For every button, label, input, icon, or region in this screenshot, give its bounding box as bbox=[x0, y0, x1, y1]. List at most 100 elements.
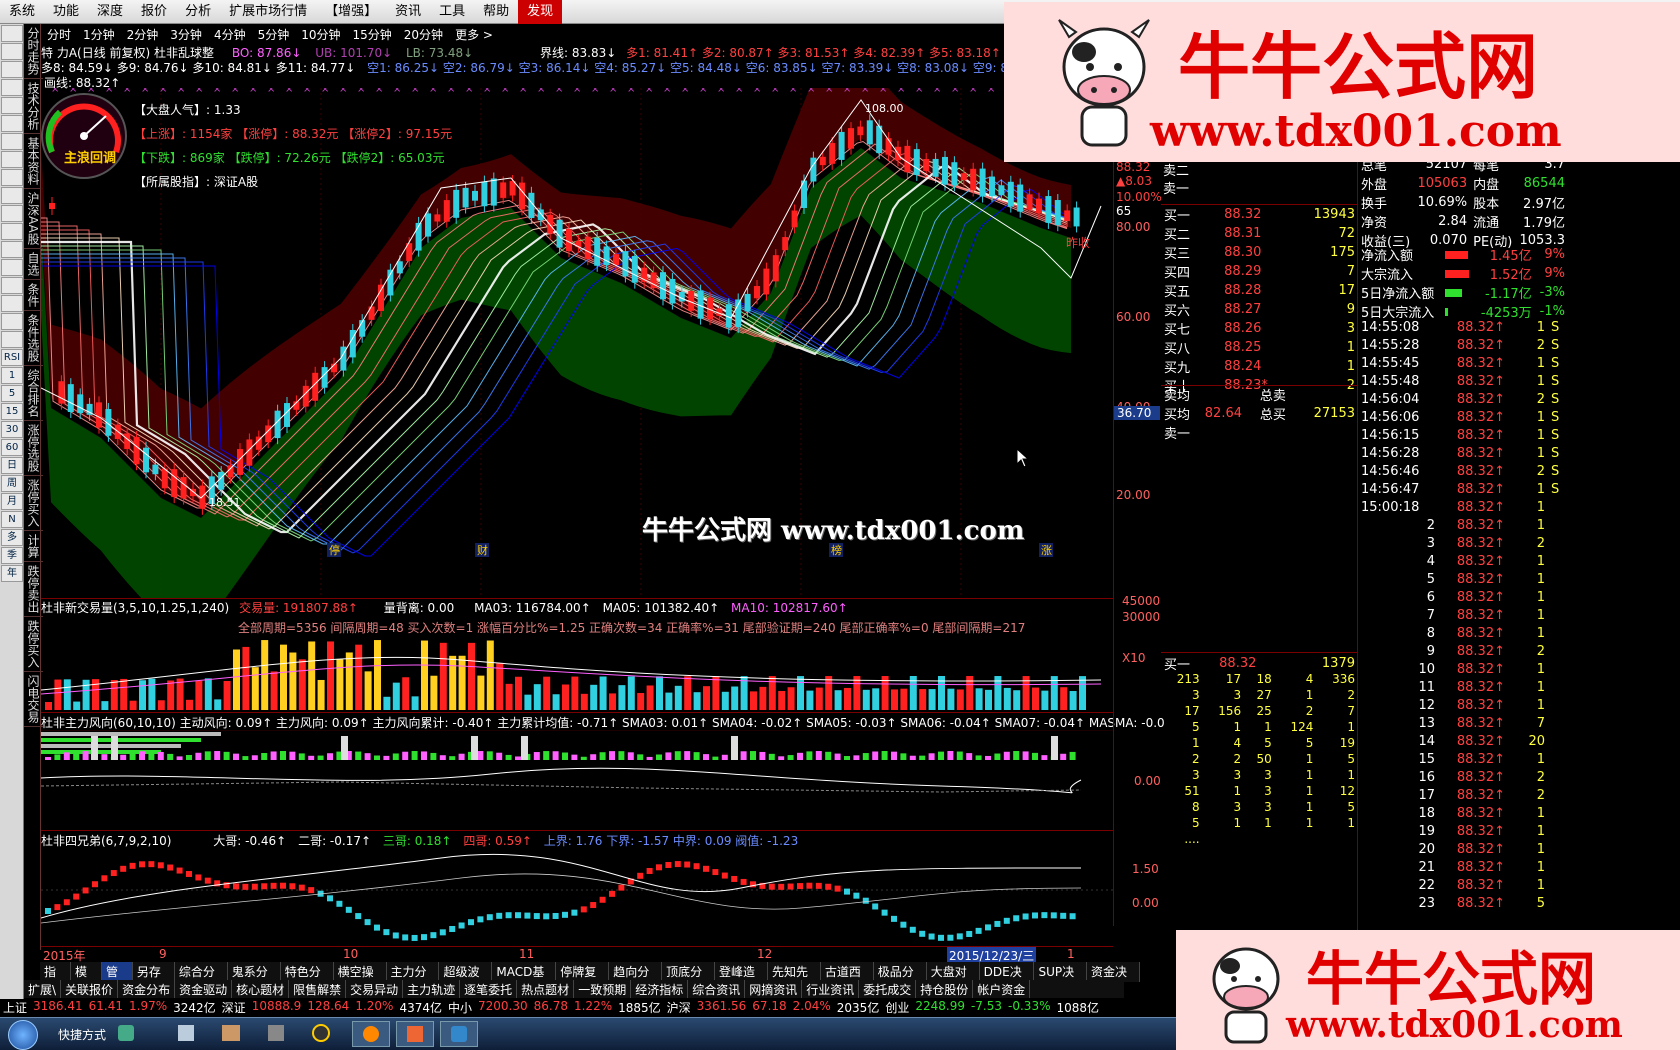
tool-period-4[interactable]: 30 bbox=[1, 421, 23, 438]
taskbar-item-1[interactable] bbox=[352, 1021, 390, 1047]
indicator-tab-14[interactable]: 登峰造极 bbox=[715, 962, 768, 996]
tool-period-2[interactable]: 5 bbox=[1, 385, 23, 402]
tick-row[interactable]: 15:00:18 88.32↑ 1 bbox=[1358, 498, 1568, 516]
tool-icon-14[interactable] bbox=[1, 277, 23, 294]
info-tab-1[interactable]: 关联报价 bbox=[61, 980, 119, 998]
indicator-tab-1[interactable]: 模板 bbox=[71, 962, 102, 996]
period-tab-7[interactable]: 15分钟 bbox=[347, 24, 398, 44]
index-name[interactable]: 上证 bbox=[0, 999, 30, 1017]
indicator-tab-6[interactable]: 特色分析 bbox=[281, 962, 334, 996]
menu-item-6[interactable]: 【增强】 bbox=[316, 0, 386, 24]
tool-period-7[interactable]: 周 bbox=[1, 475, 23, 492]
info-tab-6[interactable]: 交易异动 bbox=[346, 980, 404, 998]
buy-level-row[interactable]: 买三 88.30 175 bbox=[1161, 243, 1358, 262]
tick-row[interactable]: 23 88.32↑ 5 bbox=[1358, 894, 1568, 912]
start-button[interactable] bbox=[8, 1020, 38, 1050]
info-tab-7[interactable]: 主力轨迹 bbox=[403, 980, 461, 998]
tick-row[interactable]: 14:55:28 88.32↑ 2 S bbox=[1358, 336, 1568, 354]
tick-row[interactable]: 4 88.32↑ 1 bbox=[1358, 552, 1568, 570]
tick-row[interactable]: 8 88.32↑ 1 bbox=[1358, 624, 1568, 642]
buy-level-row[interactable]: 买八 88.25 1 bbox=[1161, 338, 1358, 357]
indicator-tab-10[interactable]: MACD基本 bbox=[492, 962, 557, 996]
indicator-tab-9[interactable]: 超级波段 bbox=[439, 962, 493, 996]
tick-row[interactable]: 20 88.32↑ 1 bbox=[1358, 840, 1568, 858]
menu-item-4[interactable]: 分析 bbox=[176, 0, 220, 24]
tick-row[interactable]: 11 88.32↑ 1 bbox=[1358, 678, 1568, 696]
flow-chart[interactable] bbox=[41, 730, 1113, 830]
tool-icon-12[interactable] bbox=[1, 241, 23, 258]
tick-row[interactable]: 14 88.32↑ 20 bbox=[1358, 732, 1568, 750]
tool-icon-2[interactable] bbox=[1, 61, 23, 78]
info-tab-4[interactable]: 核心题材 bbox=[232, 980, 290, 998]
indicator-tab-7[interactable]: 横空操盘 bbox=[334, 962, 387, 996]
tick-row[interactable]: 17 88.32↑ 2 bbox=[1358, 786, 1568, 804]
indicator-tab-19[interactable]: DDE决策 bbox=[980, 962, 1035, 996]
tool-period-0[interactable]: RSI bbox=[1, 349, 23, 366]
buy-level-row[interactable]: 买二 88.31 72 bbox=[1161, 224, 1358, 243]
desktop-icon[interactable] bbox=[118, 1025, 134, 1041]
menu-item-9[interactable]: 帮助 bbox=[474, 0, 518, 24]
tick-row[interactable]: 9 88.32↑ 2 bbox=[1358, 642, 1568, 660]
menu-item-8[interactable]: 工具 bbox=[430, 0, 474, 24]
tool-period-9[interactable]: N bbox=[1, 511, 23, 528]
tool-icon-1[interactable] bbox=[1, 43, 23, 60]
tick-row[interactable]: 16 88.32↑ 2 bbox=[1358, 768, 1568, 786]
tool-period-6[interactable]: 日 bbox=[1, 457, 23, 474]
tool-icon-15[interactable] bbox=[1, 295, 23, 312]
ticks-table[interactable]: 14:55:08 88.32↑ 1 S 14:55:28 88.32↑ 2 S 14:55:45… bbox=[1358, 318, 1568, 912]
index-name[interactable]: 深证 bbox=[219, 999, 249, 1017]
period-tab-4[interactable]: 4分钟 bbox=[208, 24, 252, 44]
taskbar-item-3[interactable] bbox=[440, 1021, 478, 1047]
tool-icon-6[interactable] bbox=[1, 133, 23, 150]
menu-item-0[interactable]: 系统 bbox=[0, 0, 44, 24]
menu-item-7[interactable]: 资讯 bbox=[386, 0, 430, 24]
tool-icon-11[interactable] bbox=[1, 223, 23, 240]
indicator-tab-16[interactable]: 古道西风 bbox=[821, 962, 874, 996]
period-tab-3[interactable]: 3分钟 bbox=[164, 24, 208, 44]
tick-row[interactable]: 22 88.32↑ 1 bbox=[1358, 876, 1568, 894]
menu-item-1[interactable]: 功能 bbox=[44, 0, 88, 24]
tick-row[interactable]: 12 88.32↑ 1 bbox=[1358, 696, 1568, 714]
folder-icon[interactable] bbox=[222, 1025, 240, 1041]
tick-row[interactable]: 15 88.32↑ 1 bbox=[1358, 750, 1568, 768]
indicator-tab-8[interactable]: 主力分析 bbox=[387, 962, 440, 996]
tick-row[interactable]: 6 88.32↑ 1 bbox=[1358, 588, 1568, 606]
info-tab-8[interactable]: 逐笔委托 bbox=[460, 980, 518, 998]
indicator-tab-4[interactable]: 综合分析 bbox=[175, 962, 228, 996]
buy-level-row[interactable]: 买一 88.32 13943 bbox=[1161, 205, 1358, 224]
tick-row[interactable]: 19 88.32↑ 1 bbox=[1358, 822, 1568, 840]
period-tab-9[interactable]: 更多 > bbox=[449, 24, 499, 44]
menu-item-3[interactable]: 报价 bbox=[132, 0, 176, 24]
tick-row[interactable]: 14:56:15 88.32↑ 1 S bbox=[1358, 426, 1568, 444]
tick-row[interactable]: 18 88.32↑ 1 bbox=[1358, 804, 1568, 822]
indicator-tab-20[interactable]: SUP决策 bbox=[1034, 962, 1088, 996]
period-tab-6[interactable]: 10分钟 bbox=[295, 24, 346, 44]
index-name[interactable]: 创业 bbox=[882, 999, 912, 1017]
tick-row[interactable]: 14:56:46 88.32↑ 2 S bbox=[1358, 462, 1568, 480]
buy-level-row[interactable]: 买六 88.27 9 bbox=[1161, 300, 1358, 319]
tick-row[interactable]: 14:55:08 88.32↑ 1 S bbox=[1358, 318, 1568, 336]
tool-icon-16[interactable] bbox=[1, 313, 23, 330]
buy-level-row[interactable]: 买七 88.26 3 bbox=[1161, 319, 1358, 338]
indicator-tab-0[interactable]: 指标 bbox=[40, 962, 71, 996]
tool-icon-17[interactable] bbox=[1, 331, 23, 348]
brothers-chart[interactable] bbox=[41, 848, 1113, 946]
info-tab-16[interactable]: 持仓股份 bbox=[916, 980, 974, 998]
app-icon[interactable] bbox=[312, 1024, 330, 1042]
info-tab-17[interactable]: 帐户资金 bbox=[973, 980, 1031, 998]
info-tab-3[interactable]: 资金驱动 bbox=[175, 980, 233, 998]
tool-icon-7[interactable] bbox=[1, 151, 23, 168]
period-tab-1[interactable]: 1分钟 bbox=[77, 24, 121, 44]
indicator-tab-2[interactable]: 管理 bbox=[101, 962, 133, 996]
tool-icon-4[interactable] bbox=[1, 97, 23, 114]
info-tab-11[interactable]: 经济指标 bbox=[631, 980, 689, 998]
indicator-tab-17[interactable]: 极品分析 bbox=[874, 962, 927, 996]
tool-icon-0[interactable] bbox=[1, 25, 23, 42]
indicator-tab-18[interactable]: 大盘对比 bbox=[927, 962, 980, 996]
period-tab-0[interactable]: 分时 bbox=[41, 24, 77, 44]
tick-row[interactable]: 13 88.32↑ 7 bbox=[1358, 714, 1568, 732]
tool-period-11[interactable]: 季 bbox=[1, 547, 23, 564]
buy-level-row[interactable]: 买九 88.24 1 bbox=[1161, 357, 1358, 376]
tool-icon-3[interactable] bbox=[1, 79, 23, 96]
volume-chart[interactable] bbox=[41, 630, 1113, 712]
